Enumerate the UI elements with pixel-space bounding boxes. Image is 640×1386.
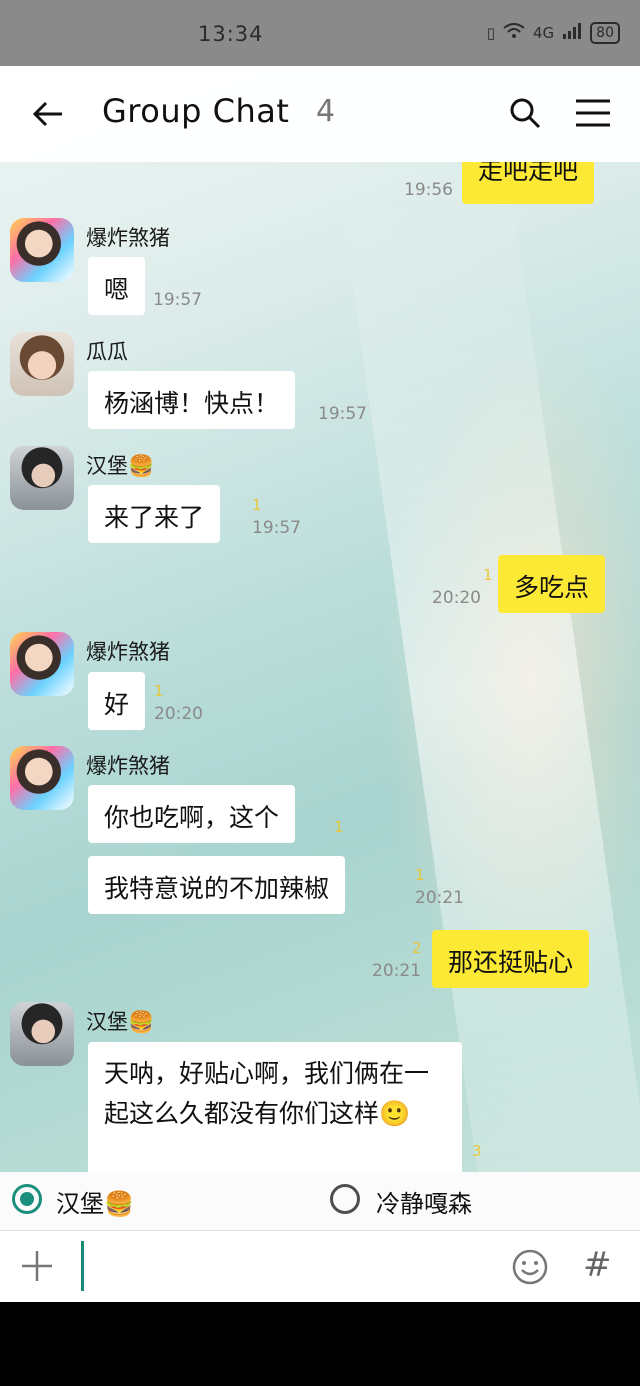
message-time: 20:21 <box>415 888 464 908</box>
message-list[interactable]: 走吧走吧 19:56 爆炸煞猪 嗯 19:57 瓜瓜 杨涵博！快点！ 19:57… <box>0 162 640 1172</box>
member-count: 4 <box>316 94 336 129</box>
message-bubble[interactable]: 杨涵博！快点！ <box>88 371 296 429</box>
read-count: 1 <box>154 682 164 700</box>
message-time: 19:56 <box>404 180 453 200</box>
radio-button-unselected[interactable] <box>330 1184 360 1214</box>
text-cursor <box>81 1241 84 1291</box>
status-icons: ▯ 4G 80 <box>487 22 620 44</box>
message-bubble[interactable]: 多吃点 <box>498 555 606 613</box>
read-count: 2 <box>412 939 422 957</box>
vibrate-icon: ▯ <box>486 24 495 42</box>
read-count: 1 <box>252 496 262 514</box>
read-count: 1 <box>415 866 425 884</box>
avatar[interactable] <box>10 1002 74 1066</box>
menu-icon[interactable] <box>574 98 612 128</box>
read-count: 1 <box>483 566 493 584</box>
message-time: 19:57 <box>153 290 202 310</box>
search-icon[interactable] <box>508 96 542 130</box>
chat-title: Group Chat <box>102 92 290 130</box>
network-type: 4G <box>533 24 555 42</box>
send-as-option-label[interactable]: 冷静嘎森 <box>376 1184 472 1219</box>
message-input-bar: # <box>0 1230 640 1302</box>
top-bar: Group Chat 4 <box>0 66 640 162</box>
message-bubble[interactable]: 那还挺贴心 <box>432 930 590 988</box>
radio-button-selected[interactable] <box>12 1184 42 1214</box>
hashtag-icon[interactable]: # <box>583 1245 612 1285</box>
sender-name: 爆炸煞猪 <box>86 754 170 778</box>
system-nav-bar <box>0 1302 640 1386</box>
sender-name: 汉堡🍔 <box>86 1010 155 1034</box>
message-time: 19:57 <box>252 518 301 538</box>
wifi-icon <box>503 23 525 43</box>
message-bubble[interactable]: 好 <box>88 672 146 730</box>
message-bubble[interactable]: 你也吃啊，这个 <box>88 785 296 843</box>
sender-name: 瓜瓜 <box>86 340 128 364</box>
sender-name: 爆炸煞猪 <box>86 640 170 664</box>
message-bubble[interactable]: 来了来了 <box>88 485 221 543</box>
message-bubble[interactable]: 嗯 <box>88 257 146 315</box>
message-bubble[interactable]: 我特意说的不加辣椒 <box>88 856 346 914</box>
message-bubble[interactable]: 天呐，好贴心啊，我们俩在一起这么久都没有你们这样🙂 <box>88 1042 462 1172</box>
message-time: 20:21 <box>372 961 421 981</box>
message-bubble[interactable]: 走吧走吧 <box>462 162 595 204</box>
back-arrow-icon[interactable] <box>30 96 66 132</box>
send-as-selector: 汉堡🍔 冷静嘎森 <box>0 1172 640 1230</box>
sender-name: 爆炸煞猪 <box>86 226 170 250</box>
avatar[interactable] <box>10 632 74 696</box>
read-count: 1 <box>334 818 344 836</box>
avatar[interactable] <box>10 218 74 282</box>
avatar[interactable] <box>10 746 74 810</box>
battery-icon: 80 <box>590 22 620 44</box>
sender-name: 汉堡🍔 <box>86 454 155 478</box>
message-time: 20:20 <box>154 704 203 724</box>
signal-icon <box>562 23 582 43</box>
read-count: 3 <box>472 1142 482 1160</box>
chat-screen: Group Chat 4 走吧走吧 19:56 爆炸煞猪 嗯 19:57 瓜瓜 … <box>0 66 640 1302</box>
status-time: 13:34 <box>198 22 264 46</box>
plus-icon[interactable] <box>20 1249 54 1283</box>
avatar[interactable] <box>10 446 74 510</box>
emoji-icon[interactable] <box>512 1249 548 1285</box>
send-as-option-label[interactable]: 汉堡🍔 <box>56 1184 134 1219</box>
status-bar: 13:34 ▯ 4G 80 <box>0 0 640 66</box>
message-time: 19:57 <box>318 404 367 424</box>
message-time: 20:20 <box>432 588 481 608</box>
avatar[interactable] <box>10 332 74 396</box>
